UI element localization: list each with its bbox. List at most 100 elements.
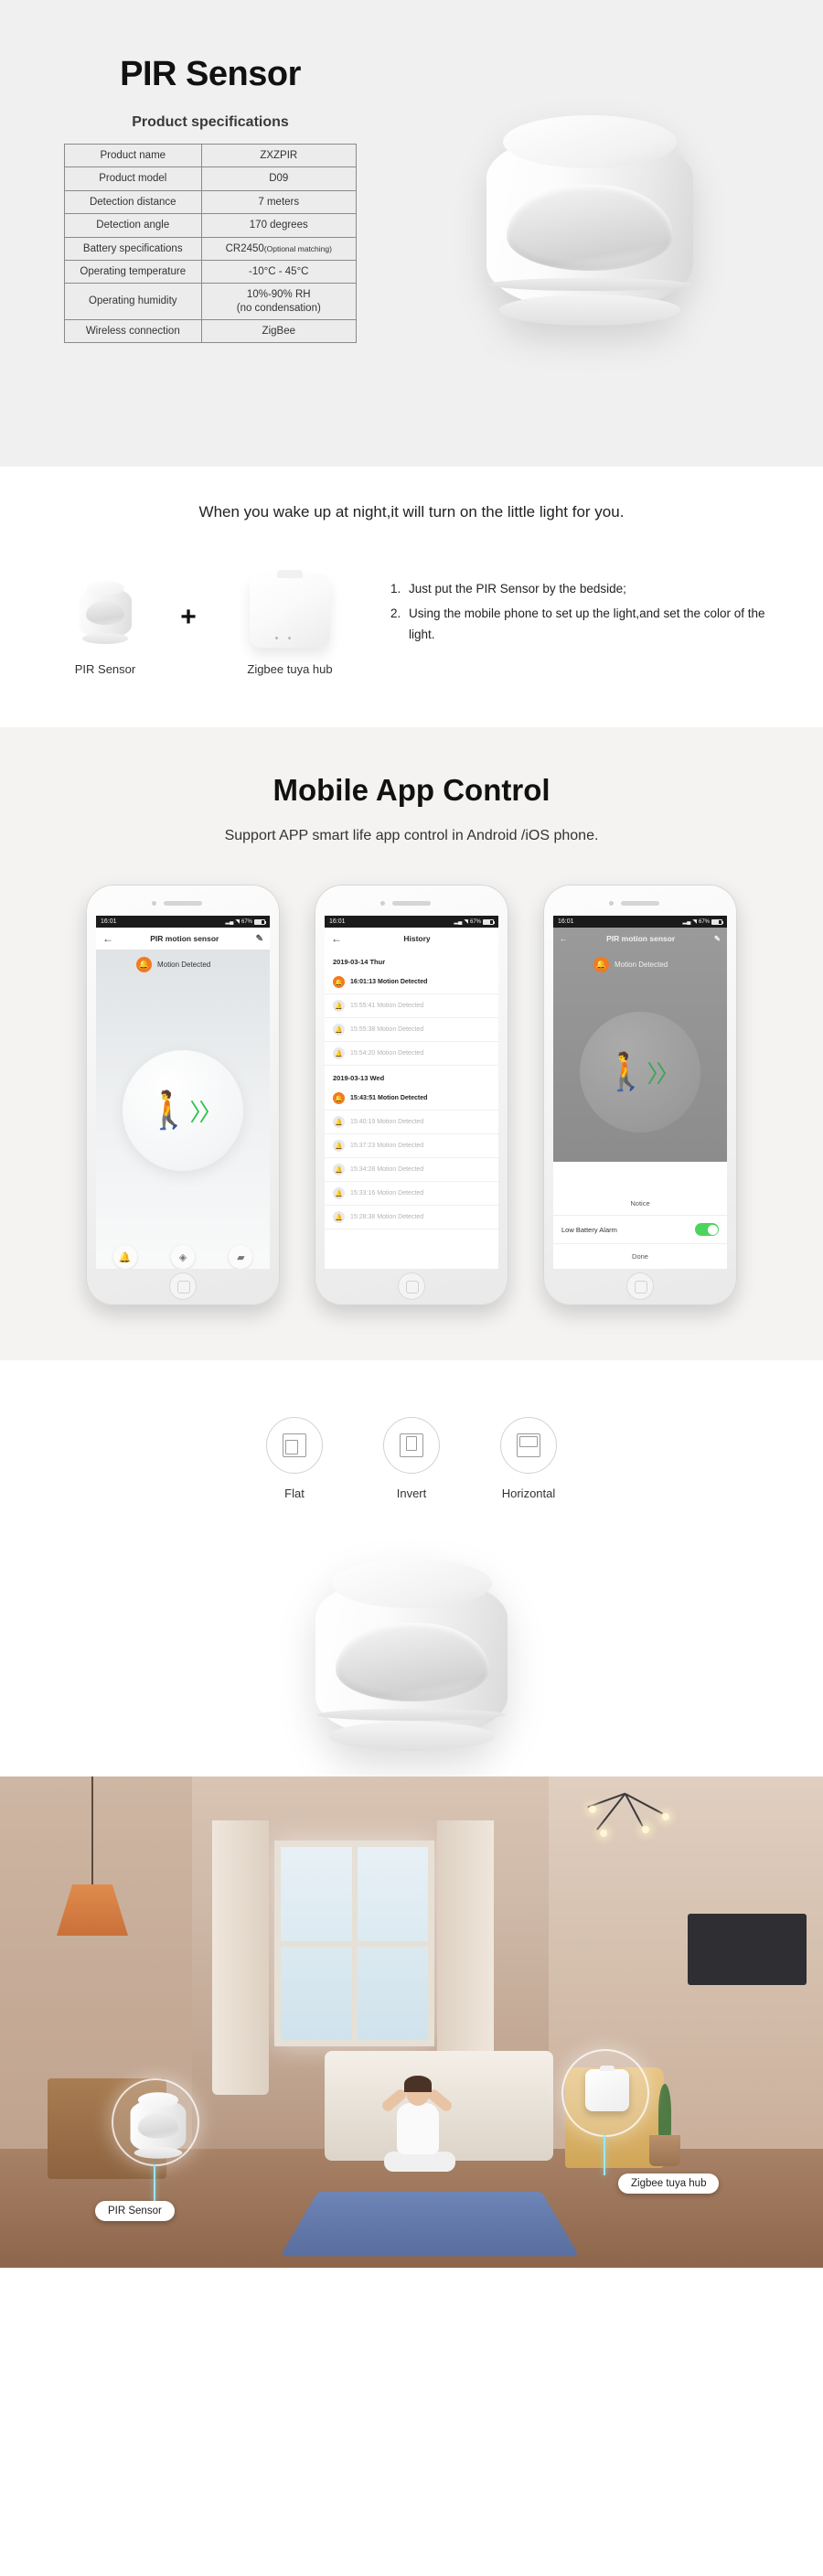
phone2-screen: 16:01 ▂▄ ◥ 67% ← History 2019-03-14 Thur… bbox=[325, 916, 498, 1269]
motion-waves-icon: 〉〉 bbox=[647, 1059, 679, 1088]
low-battery-alarm-row[interactable]: Low Battery Alarm bbox=[553, 1216, 727, 1244]
hero-section: PIR Sensor Product specifications Produc… bbox=[0, 0, 823, 467]
front-camera-icon bbox=[380, 901, 385, 906]
list-item[interactable]: 🔔 15:33:16 Motion Detected bbox=[325, 1182, 498, 1206]
history-entry: 15:28:38 Motion Detected bbox=[350, 1214, 424, 1220]
spec-key: Operating humidity bbox=[64, 283, 202, 320]
history-date-header: 2019-03-14 Thur bbox=[333, 958, 386, 966]
status-icons: ▂▄ ◥ 67% bbox=[682, 918, 723, 925]
sensor-lens bbox=[507, 185, 673, 271]
bell-icon: 🔔 bbox=[112, 1245, 137, 1269]
earpiece-speaker bbox=[392, 901, 431, 906]
history-entry: 15:55:38 Motion Detected bbox=[350, 1026, 424, 1033]
table-row: Detection distance 7 meters bbox=[64, 189, 358, 215]
phone3-body: ← PIR motion sensor ✎ 🔔 Motion Detected … bbox=[553, 928, 727, 1269]
home-button[interactable] bbox=[398, 1272, 425, 1300]
bell-icon: 🔔 bbox=[333, 1140, 345, 1152]
battery-icon bbox=[711, 918, 723, 925]
pir-sensor-large-illustration bbox=[306, 1553, 517, 1760]
spec-key: Product model bbox=[64, 166, 202, 191]
spec-value: ZXZPIR bbox=[200, 143, 358, 168]
spec-key: Detection angle bbox=[64, 213, 202, 238]
wifi-icon: ◥ bbox=[692, 919, 697, 925]
zigbee-hub-mini-illustration bbox=[585, 2066, 629, 2111]
pir-sensor-mini-illustration bbox=[128, 2089, 187, 2163]
bell-icon: 🔔 bbox=[333, 1092, 345, 1104]
rug bbox=[280, 2191, 580, 2257]
home-button[interactable] bbox=[626, 1272, 654, 1300]
bell-icon: 🔔 bbox=[333, 1024, 345, 1036]
list-item[interactable]: 🔔 15:40:19 Motion Detected bbox=[325, 1111, 498, 1134]
home-button[interactable] bbox=[169, 1272, 197, 1300]
back-arrow-icon[interactable]: ← bbox=[560, 934, 568, 943]
list-item[interactable]: 🔔 15:34:28 Motion Detected bbox=[325, 1158, 498, 1182]
list-item[interactable]: 🔔 15:37:23 Motion Detected bbox=[325, 1134, 498, 1158]
leader-line-sensor bbox=[154, 2164, 155, 2203]
phone3-navbar: ← PIR motion sensor ✎ bbox=[553, 928, 727, 950]
signal-icon: ▂▄ bbox=[225, 919, 234, 925]
chandelier-light bbox=[549, 1793, 713, 1857]
history-list[interactable]: 2019-03-14 Thur 🔔 16:01:13 Motion Detect… bbox=[325, 950, 498, 1269]
list-item[interactable]: 🔔 15:55:38 Motion Detected bbox=[325, 1018, 498, 1042]
bell-icon: 🔔 bbox=[333, 1164, 345, 1175]
sensor-lens bbox=[86, 601, 124, 625]
motion-status-row: 🔔 Motion Detected bbox=[553, 950, 727, 972]
status-time: 16:01 bbox=[101, 918, 117, 925]
mount-mode-horizontal: Horizontal bbox=[500, 1417, 557, 1500]
motion-indicator-circle[interactable]: 🚶 〉〉 bbox=[123, 1050, 243, 1171]
back-arrow-icon[interactable]: ← bbox=[331, 932, 342, 945]
status-bar: 16:01 ▂▄ ◥ 67% bbox=[325, 916, 498, 928]
low-battery-alarm-label: Low Battery Alarm bbox=[561, 1225, 617, 1234]
table-row: Operating humidity 10%-90% RH (no conden… bbox=[64, 283, 358, 320]
signal-icon: ▂▄ bbox=[454, 919, 463, 925]
tab-history[interactable]: 🔔 History bbox=[102, 1245, 148, 1269]
motion-waves-icon: 〉〉 bbox=[189, 1098, 222, 1126]
spec-value: 10%-90% RH (no condensation) bbox=[200, 283, 358, 320]
zigbee-hub-illustration bbox=[250, 570, 330, 648]
table-row: Product model D09 bbox=[64, 166, 358, 191]
list-item[interactable]: 🔔 15:54:20 Motion Detected bbox=[325, 1042, 498, 1066]
list-item[interactable]: 🔔 15:55:41 Motion Detected bbox=[325, 994, 498, 1018]
bell-icon: 🔔 bbox=[333, 1211, 345, 1223]
low-battery-alarm-toggle[interactable] bbox=[695, 1223, 719, 1236]
pencil-edit-icon[interactable]: ✎ bbox=[714, 934, 721, 944]
earpiece-speaker bbox=[164, 901, 202, 906]
phone2-navbar: ← History bbox=[325, 928, 498, 950]
curtain-left bbox=[212, 1820, 269, 2095]
page-title: PIR Sensor bbox=[120, 55, 301, 93]
done-button[interactable]: Done bbox=[553, 1244, 727, 1269]
pir-sensor-column: PIR Sensor bbox=[50, 564, 160, 676]
status-icons: ▂▄ ◥ 67% bbox=[454, 918, 495, 925]
motion-indicator-circle: 🚶 〉〉 bbox=[580, 1012, 700, 1132]
mount-mode-flat: Flat bbox=[266, 1417, 323, 1500]
tab-notice[interactable]: ◈ Notice bbox=[160, 1245, 206, 1269]
motion-status-label: Motion Detected bbox=[157, 961, 211, 969]
mobile-app-section: Mobile App Control Support APP smart lif… bbox=[0, 727, 823, 1360]
back-arrow-icon[interactable]: ← bbox=[102, 932, 113, 945]
bell-icon: 🔔 bbox=[333, 1000, 345, 1012]
bell-icon: 🔔 bbox=[333, 1187, 345, 1199]
phone1-tabbar: 🔔 History ◈ Notice ▰ Battery bbox=[96, 1245, 270, 1269]
battery-percent: 67% bbox=[698, 918, 710, 925]
spec-key: Product name bbox=[64, 143, 202, 168]
step-text: Using the mobile phone to set up the lig… bbox=[409, 606, 765, 642]
hero-product-image bbox=[393, 26, 786, 437]
sensor-base bbox=[328, 1722, 495, 1751]
wifi-icon: ◥ bbox=[235, 919, 240, 925]
list-item[interactable]: 🔔 15:43:51 Motion Detected bbox=[325, 1087, 498, 1111]
list-item[interactable]: 🔔 16:01:13 Motion Detected bbox=[325, 971, 498, 994]
list-item[interactable]: 🔔 15:28:38 Motion Detected bbox=[325, 1206, 498, 1229]
signal-icon: ▂▄ bbox=[682, 919, 691, 925]
tab-battery[interactable]: ▰ Battery bbox=[218, 1245, 263, 1269]
phone-mockup-notice: 16:01 ▂▄ ◥ 67% ← PIR motion sensor ✎ 🔔 M… bbox=[543, 885, 737, 1305]
history-entry: 15:55:41 Motion Detected bbox=[350, 1003, 424, 1009]
walking-person-icon: 🚶 bbox=[603, 1052, 649, 1092]
phone-mockup-device-detail: 16:01 ▂▄ ◥ 67% ← PIR motion sensor ✎ 🔔 M… bbox=[86, 885, 280, 1305]
history-entry: 15:43:51 Motion Detected bbox=[350, 1095, 428, 1101]
bell-icon: 🔔 bbox=[333, 1047, 345, 1059]
pencil-edit-icon[interactable]: ✎ bbox=[256, 934, 263, 944]
window bbox=[274, 1841, 434, 2046]
pendant-lamp-cord bbox=[91, 1776, 93, 1886]
table-row: Operating temperature -10°C - 45°C bbox=[64, 259, 358, 284]
wifi-icon: ◥ bbox=[464, 919, 468, 925]
